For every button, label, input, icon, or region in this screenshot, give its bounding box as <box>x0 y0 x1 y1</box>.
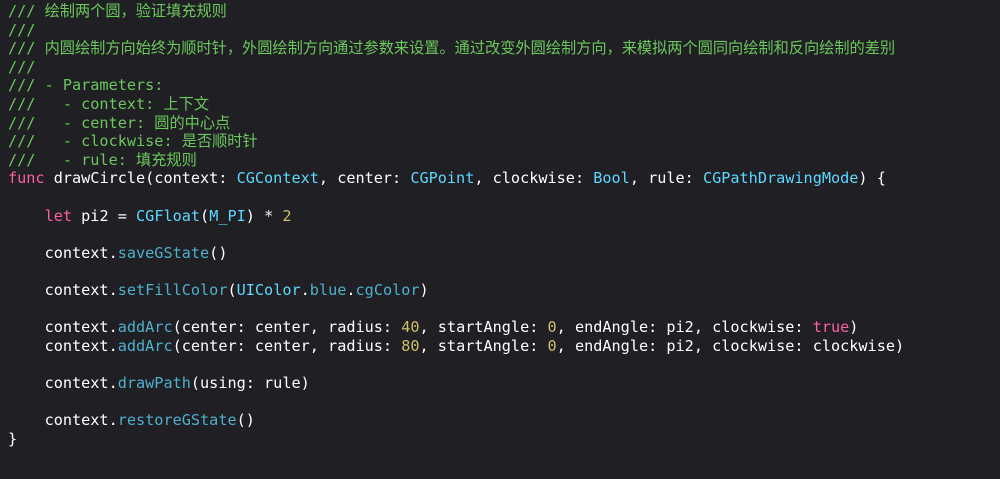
code-token-type: CGPathDrawingMode <box>702 169 859 188</box>
code-token-plain: . <box>346 280 356 299</box>
code-line[interactable]: context.setFillColor(UIColor.blue.cgColo… <box>8 281 1000 300</box>
code-line[interactable] <box>8 188 1000 207</box>
code-editor[interactable]: /// 绘制两个圆，验证填充规则////// 内圆绘制方向始终为顺时针，外圆绘制… <box>0 0 1000 479</box>
code-token-plain: pi2 = <box>72 206 137 225</box>
code-token-keyword: true <box>812 318 850 337</box>
code-token-plain: context. <box>8 280 118 299</box>
code-token-comment: /// - Parameters: <box>8 76 164 95</box>
code-token-plain: ) { <box>858 169 886 188</box>
code-token-comment: /// - rule: 填充规则 <box>8 150 197 169</box>
code-token-method: addArc <box>117 336 173 355</box>
code-line[interactable] <box>8 262 1000 281</box>
code-line[interactable]: let pi2 = CGFloat(M_PI) * 2 <box>8 207 1000 226</box>
code-token-plain: , rule: <box>629 169 703 188</box>
code-token-comment: /// <box>8 57 36 76</box>
code-line[interactable]: } <box>8 430 1000 449</box>
code-line[interactable]: context.restoreGState() <box>8 411 1000 430</box>
code-token-plain: ( <box>200 206 210 225</box>
code-token-plain: , endAngle: pi2, clockwise: clockwise) <box>556 336 905 355</box>
code-token-keyword: let <box>44 206 73 225</box>
code-token-plain: () <box>236 411 255 430</box>
code-token-comment: /// 绘制两个圆，验证填充规则 <box>8 2 227 20</box>
code-line[interactable]: func drawCircle(context: CGContext, cent… <box>8 169 1000 188</box>
code-line[interactable]: /// 绘制两个圆，验证填充规则 <box>8 2 1000 21</box>
code-line[interactable]: /// - clockwise: 是否顺时针 <box>8 132 1000 151</box>
code-token-number: 40 <box>401 318 420 337</box>
code-line[interactable]: /// <box>8 21 1000 40</box>
code-token-plain: context. <box>8 411 118 430</box>
code-line[interactable] <box>8 225 1000 244</box>
code-token-method: setFillColor <box>117 280 228 299</box>
code-token-plain: context. <box>8 318 118 337</box>
code-line[interactable]: context.addArc(center: center, radius: 4… <box>8 318 1000 337</box>
code-token-type: CGContext <box>236 169 319 188</box>
code-token-plain: ) <box>419 280 429 299</box>
code-token-plain: ( <box>227 280 237 299</box>
code-token-plain: (center: center, radius: <box>172 336 402 355</box>
code-token-plain: , startAngle: <box>419 336 548 355</box>
code-token-method: drawPath <box>117 373 191 392</box>
code-token-plain: context. <box>8 336 118 355</box>
code-token-number: 0 <box>547 318 557 337</box>
code-token-plain: drawCircle(context: <box>44 169 237 188</box>
code-line[interactable] <box>8 355 1000 374</box>
code-token-plain: context. <box>8 373 118 392</box>
code-token-number: 2 <box>282 206 292 225</box>
code-line[interactable]: /// 内圆绘制方向始终为顺时针，外圆绘制方向通过参数来设置。通过改变外圆绘制方… <box>8 39 1000 58</box>
code-token-plain: () <box>209 243 228 262</box>
code-token-type: CGFloat <box>136 206 201 225</box>
code-token-plain: (using: rule) <box>190 373 310 392</box>
code-token-type: Bool <box>593 169 630 188</box>
code-token-type: CGPoint <box>410 169 475 188</box>
code-line[interactable]: /// - Parameters: <box>8 76 1000 95</box>
code-line[interactable] <box>8 300 1000 319</box>
code-token-plain: (center: center, radius: <box>172 318 402 337</box>
code-token-method: blue <box>309 280 347 299</box>
code-line[interactable]: /// - context: 上下文 <box>8 95 1000 114</box>
code-line[interactable]: /// <box>8 58 1000 77</box>
code-token-plain: , center: <box>318 169 411 188</box>
code-token-plain: ) * <box>245 206 283 225</box>
code-token-comment: /// 内圆绘制方向始终为顺时针，外圆绘制方向通过参数来设置。通过改变外圆绘制方… <box>8 39 896 58</box>
code-token-plain: , startAngle: <box>419 318 548 337</box>
code-line[interactable]: context.drawPath(using: rule) <box>8 374 1000 393</box>
code-token-method: restoreGState <box>117 411 237 430</box>
code-token-plain: , endAngle: pi2, clockwise: <box>556 318 813 337</box>
code-token-plain: } <box>8 429 18 448</box>
code-line[interactable]: /// - center: 圆的中心点 <box>8 114 1000 133</box>
code-line[interactable]: context.addArc(center: center, radius: 8… <box>8 337 1000 356</box>
code-line[interactable]: context.saveGState() <box>8 244 1000 263</box>
code-token-method: cgColor <box>355 280 420 299</box>
code-token-method: saveGState <box>117 243 210 262</box>
code-token-plain: context. <box>8 243 118 262</box>
code-token-plain: , clockwise: <box>474 169 594 188</box>
code-token-type: M_PI <box>209 206 246 225</box>
code-token-plain: ) <box>849 318 859 337</box>
code-line[interactable] <box>8 392 1000 411</box>
code-line[interactable]: /// - rule: 填充规则 <box>8 151 1000 170</box>
code-token-comment: /// - context: 上下文 <box>8 94 210 113</box>
code-token-comment: /// - clockwise: 是否顺时针 <box>8 132 258 151</box>
code-token-comment: /// - center: 圆的中心点 <box>8 113 231 132</box>
code-token-type: UIColor <box>236 280 301 299</box>
code-token-number: 0 <box>547 336 557 355</box>
code-token-method: addArc <box>117 318 173 337</box>
code-token-plain: . <box>300 280 310 299</box>
code-token-comment: /// <box>8 20 36 39</box>
code-token-keyword: func <box>8 169 45 188</box>
code-token-number: 80 <box>401 336 420 355</box>
